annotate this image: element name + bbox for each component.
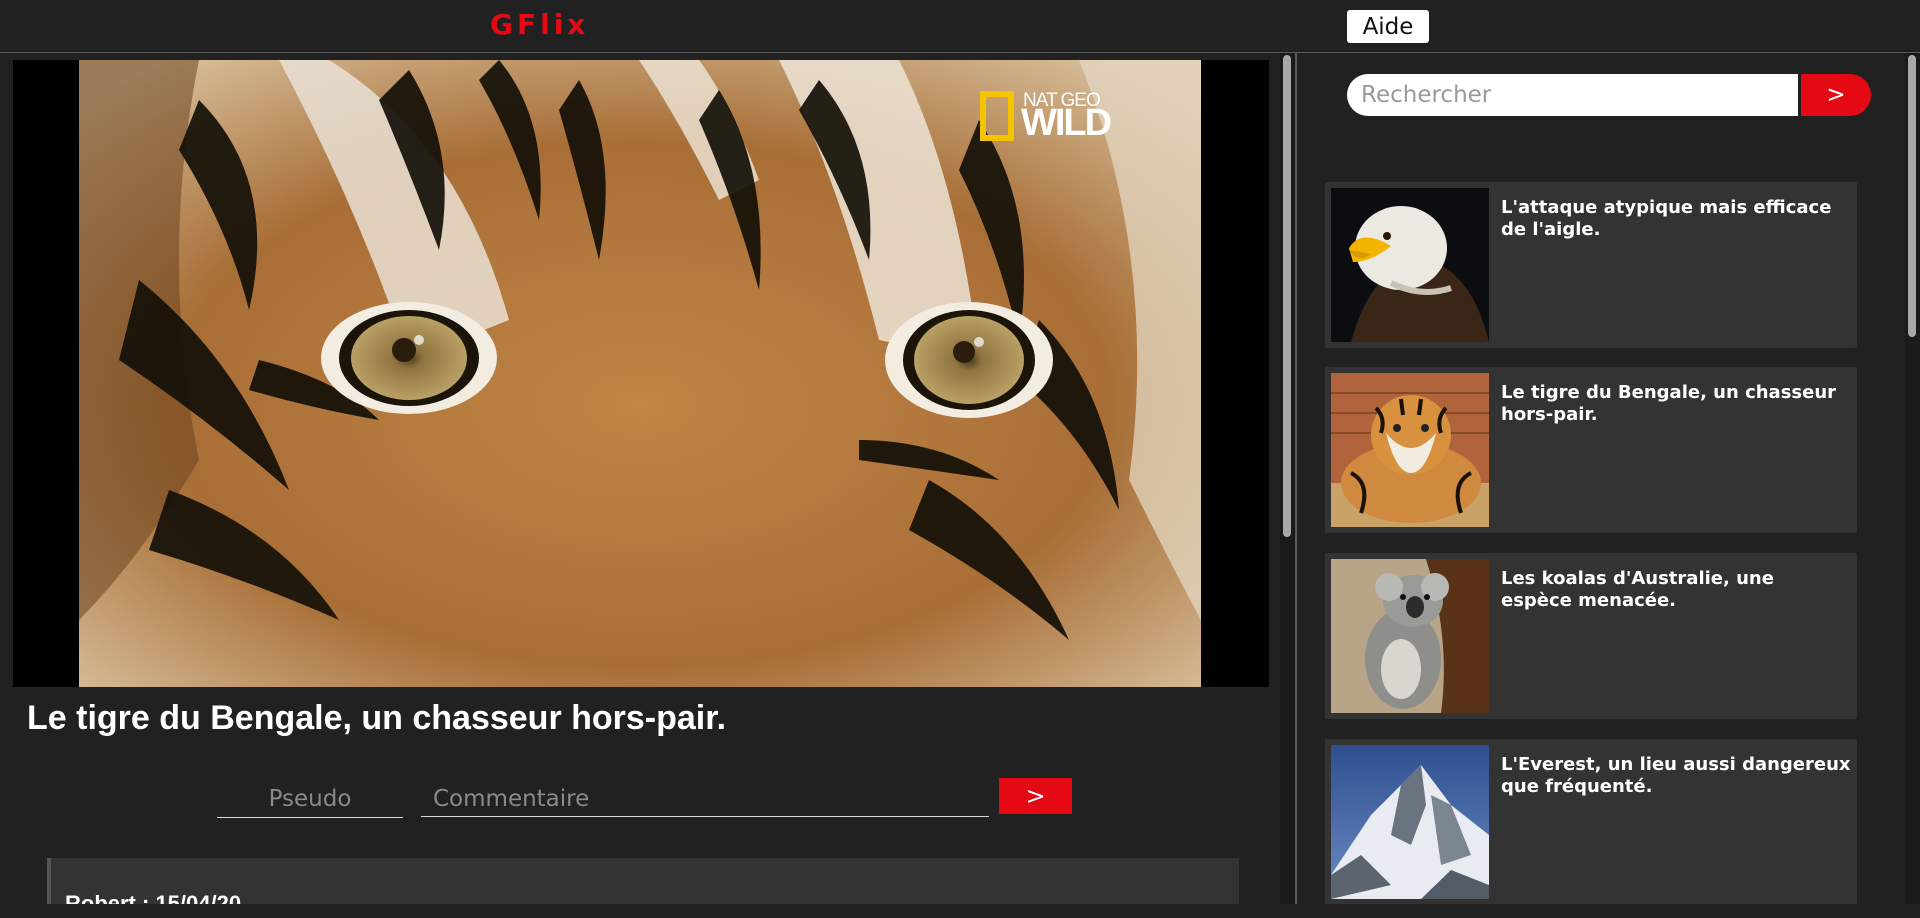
main-scrollbar-thumb[interactable]	[1283, 55, 1291, 537]
top-bar: GFlix Aide	[0, 0, 1920, 53]
pseudo-input[interactable]	[217, 781, 403, 818]
help-button[interactable]: Aide	[1347, 10, 1429, 43]
logo[interactable]: GFlix	[490, 8, 589, 41]
playlist-item[interactable]: Le tigre du Bengale, un chasseur hors-pa…	[1325, 367, 1857, 533]
video-player[interactable]: NAT GEO WILD	[13, 60, 1269, 687]
video-frame: NAT GEO WILD	[79, 60, 1201, 687]
sidebar-scrollbar[interactable]	[1905, 53, 1920, 904]
search-input[interactable]	[1347, 74, 1798, 116]
tiger-eyes-image	[79, 60, 1201, 687]
video-title: Le tigre du Bengale, un chasseur hors-pa…	[27, 699, 727, 737]
submit-comment-button[interactable]: >	[999, 778, 1072, 814]
playlist-item-title: L'Everest, un lieu aussi dangereux que f…	[1501, 754, 1851, 797]
eagle-thumbnail	[1331, 188, 1489, 342]
comment-author-date: Robert : 15/04/20	[65, 891, 242, 904]
everest-thumbnail	[1331, 745, 1489, 899]
comment-input[interactable]	[421, 781, 989, 817]
sidebar-scrollbar-thumb[interactable]	[1908, 55, 1916, 337]
comment-form: >	[0, 778, 1293, 821]
watermark-big: WILD	[1021, 102, 1112, 144]
playlist-item[interactable]: L'Everest, un lieu aussi dangereux que f…	[1325, 739, 1857, 904]
main-scrollbar[interactable]	[1280, 53, 1295, 904]
sidebar: > L'attaque atypique mais efficace de l'…	[1297, 53, 1905, 904]
tiger-thumbnail	[1331, 373, 1489, 527]
playlist-item[interactable]: Les koalas d'Australie, une espèce menac…	[1325, 553, 1857, 719]
playlist-item-title: Les koalas d'Australie, une espèce menac…	[1501, 568, 1774, 611]
koala-thumbnail	[1331, 559, 1489, 713]
playlist-item[interactable]: L'attaque atypique mais efficace de l'ai…	[1325, 182, 1857, 348]
main-content: NAT GEO WILD Le tigre du Bengale, un cha…	[0, 53, 1293, 904]
playlist-item-title: Le tigre du Bengale, un chasseur hors-pa…	[1501, 382, 1837, 425]
comment-item: Robert : 15/04/20	[47, 858, 1239, 904]
search-button[interactable]: >	[1801, 74, 1871, 116]
playlist-item-title: L'attaque atypique mais efficace de l'ai…	[1501, 197, 1832, 240]
